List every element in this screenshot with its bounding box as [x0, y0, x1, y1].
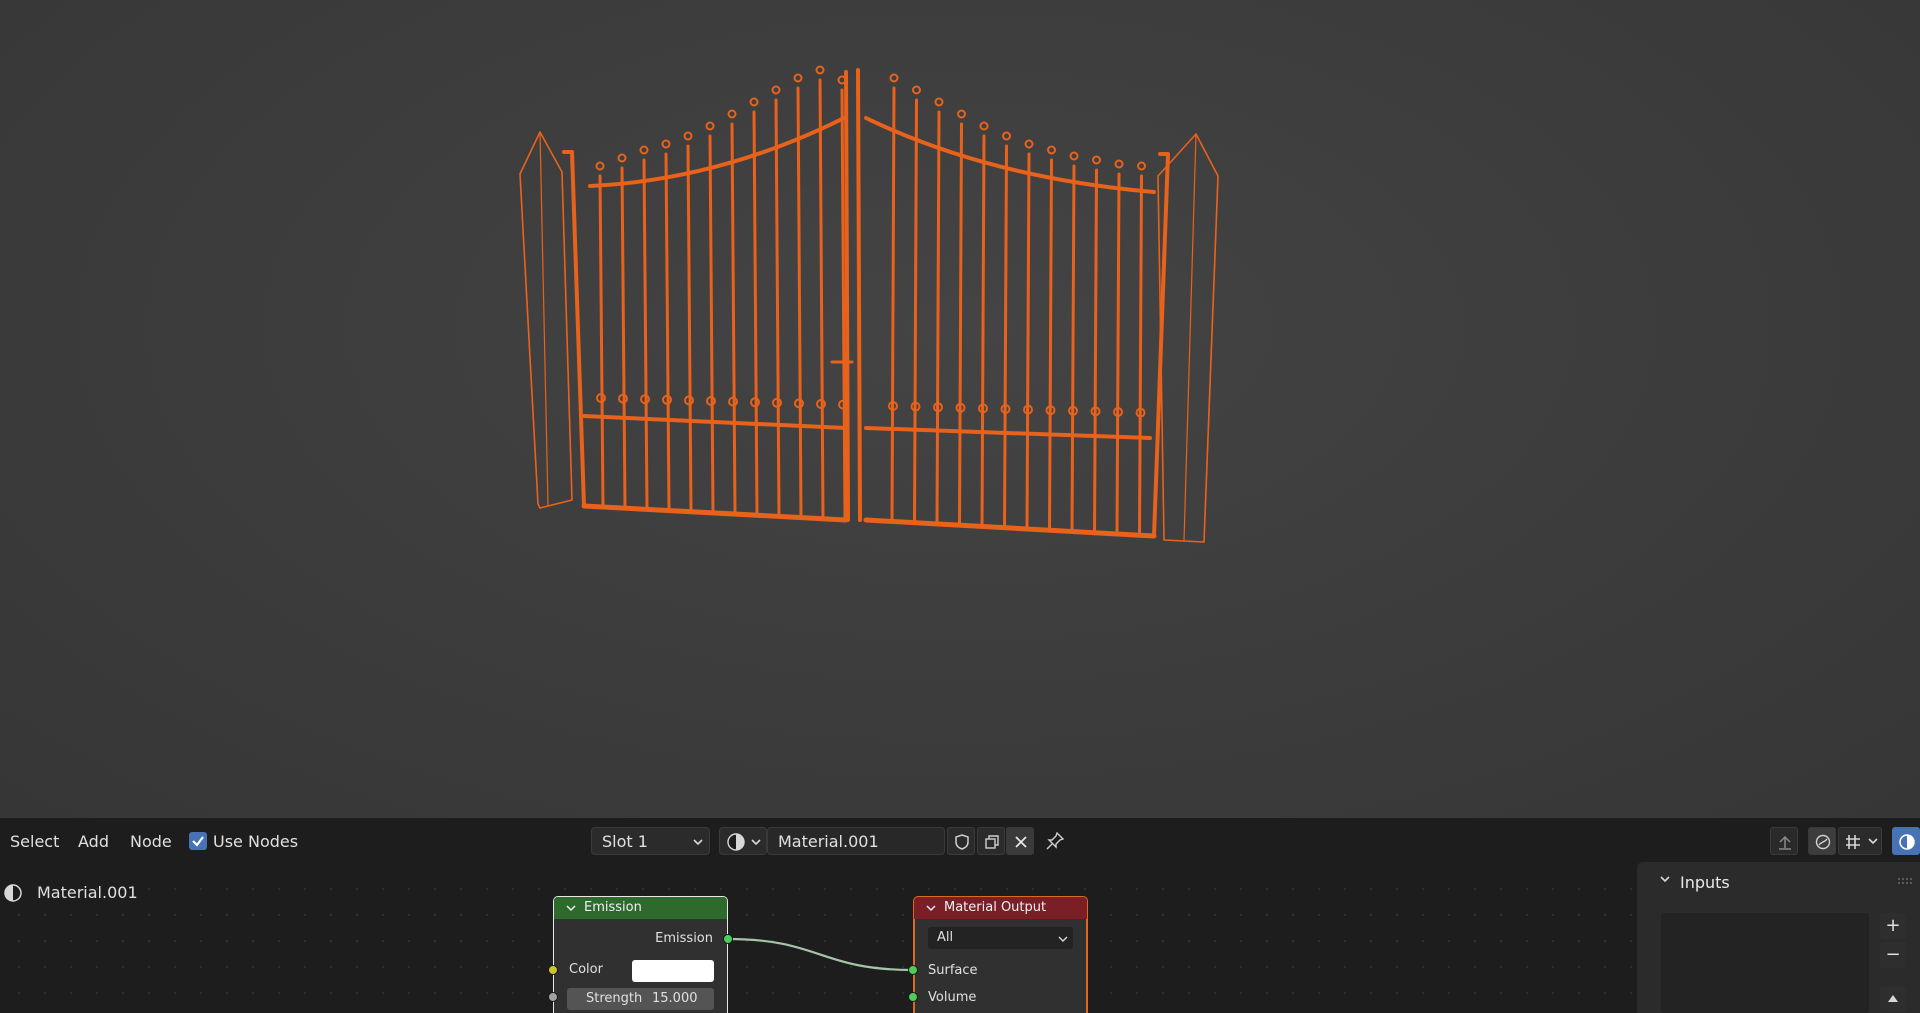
drag-handle-icon[interactable]: [1897, 877, 1915, 885]
add-input-button[interactable]: +: [1880, 913, 1906, 939]
strength-label: Strength: [586, 991, 643, 1006]
volume-input-label: Volume: [928, 990, 977, 1005]
strength-value: 15.000: [652, 991, 698, 1006]
node-link-wire: [727, 937, 914, 972]
inputs-panel-title[interactable]: Inputs: [1680, 873, 1730, 892]
collapse-chevron-icon[interactable]: [566, 904, 576, 912]
emission-node-title: Emission: [584, 900, 642, 915]
volume-input-socket[interactable]: [908, 992, 918, 1002]
color-input-socket[interactable]: [548, 965, 558, 975]
chevron-down-icon: [1058, 936, 1068, 942]
emission-node[interactable]: Emission Emission Color Strength 15.000: [553, 896, 728, 1013]
color-swatch[interactable]: [632, 960, 714, 982]
collapse-chevron-icon[interactable]: [926, 904, 936, 912]
color-input-label: Color: [569, 962, 603, 977]
strength-field[interactable]: Strength 15.000: [567, 988, 714, 1010]
output-target-dropdown[interactable]: All: [928, 927, 1073, 949]
material-output-node-header[interactable]: Material Output: [914, 897, 1087, 919]
output-target-value: All: [937, 930, 954, 945]
chevron-down-icon[interactable]: [1659, 874, 1671, 884]
emission-output-socket[interactable]: [723, 934, 733, 944]
emission-node-header[interactable]: Emission: [554, 897, 727, 919]
triangle-up-icon: [1888, 995, 1898, 1002]
inputs-list[interactable]: [1661, 913, 1869, 1013]
strength-input-socket[interactable]: [548, 992, 558, 1002]
surface-input-socket[interactable]: [908, 965, 918, 975]
node-sidebar: Inputs + −: [1637, 862, 1920, 1013]
material-output-node[interactable]: Material Output All Surface Volume: [913, 896, 1088, 1013]
material-output-node-title: Material Output: [944, 900, 1047, 915]
move-up-button[interactable]: [1880, 986, 1906, 1012]
surface-input-label: Surface: [928, 963, 978, 978]
remove-input-button[interactable]: −: [1880, 942, 1906, 968]
emission-output-label: Emission: [655, 931, 713, 946]
